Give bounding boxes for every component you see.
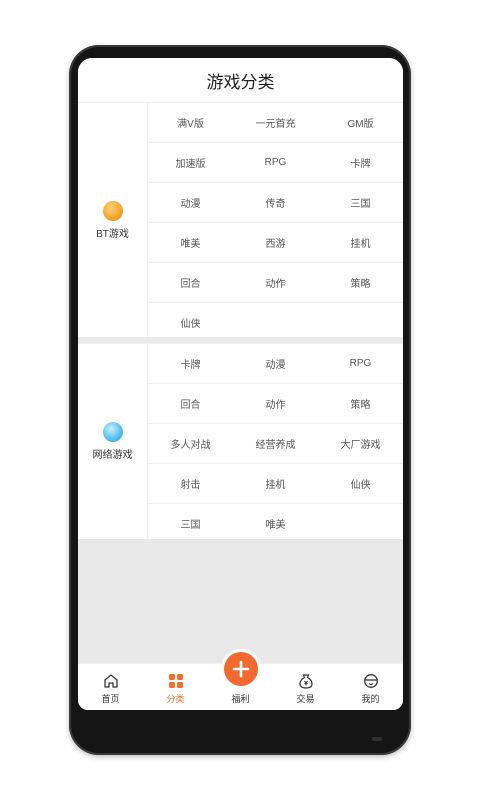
category-row: 动漫 传奇 三国 [148,183,403,223]
net-game-icon [102,422,123,442]
category-row: 仙侠 [148,303,403,342]
tab-trade[interactable]: 交易 [273,664,338,710]
category-row: 卡牌 动漫 RPG [148,344,403,384]
category-row: 射击 挂机 仙侠 [148,464,403,504]
page-title: 游戏分类 [78,58,403,102]
tab-label: 福利 [231,694,250,704]
category-row: 唯美 西游 挂机 [148,223,403,263]
category-row: 回合 动作 策略 [148,384,403,424]
category-row: 满V版 一元首充 GM版 [148,103,403,143]
bottom-tab-bar: 首页 分类 福利 交易 我的 [78,652,403,710]
category-item[interactable]: 挂机 [233,464,318,503]
money-bag-icon [298,674,313,689]
category-item[interactable]: 卡牌 [148,344,233,383]
tab-category[interactable]: 分类 [143,664,208,710]
net-game-section: 网络游戏 卡牌 动漫 RPG 回合 动作 策略 多人对战 经营养成 大厂游戏 射… [78,343,403,539]
category-item[interactable]: 满V版 [148,103,233,142]
category-item[interactable]: 回合 [148,263,233,302]
plus-icon [223,652,258,686]
category-item[interactable]: 策略 [318,384,403,423]
tab-mine[interactable]: 我的 [338,664,403,710]
category-item[interactable]: 唯美 [148,223,233,262]
category-item[interactable]: 一元首充 [233,103,318,142]
net-game-side[interactable]: 网络游戏 [78,344,148,539]
bt-game-section: BT游戏 满V版 一元首充 GM版 加速版 RPG 卡牌 动漫 传奇 三国 唯美… [78,102,403,337]
bt-game-side[interactable]: BT游戏 [78,103,148,337]
tab-label: 首页 [101,694,120,704]
category-item[interactable]: 多人对战 [148,424,233,463]
category-item[interactable]: 大厂游戏 [318,424,403,463]
category-item[interactable]: 射击 [148,464,233,503]
category-row: 加速版 RPG 卡牌 [148,143,403,183]
tab-label: 交易 [296,694,315,704]
net-category-grid: 卡牌 动漫 RPG 回合 动作 策略 多人对战 经营养成 大厂游戏 射击 挂机 … [148,344,403,543]
category-item[interactable]: 卡牌 [318,143,403,182]
tab-label: 分类 [166,694,185,704]
category-item[interactable]: RPG [318,344,403,383]
category-item[interactable]: GM版 [318,103,403,142]
net-game-label: 网络游戏 [92,450,133,461]
category-item[interactable]: 回合 [148,384,233,423]
category-row: 多人对战 经营养成 大厂游戏 [148,424,403,464]
category-item[interactable]: 仙侠 [148,303,233,342]
bt-game-label: BT游戏 [96,228,129,240]
category-item[interactable]: 经营养成 [233,424,318,463]
category-item[interactable]: 西游 [233,223,318,262]
category-item[interactable]: 三国 [148,504,233,543]
category-item[interactable]: 加速版 [148,143,233,182]
home-icon [103,674,118,688]
category-item[interactable]: 传奇 [233,183,318,222]
category-item[interactable]: 三国 [318,183,403,222]
tab-home[interactable]: 首页 [78,664,143,710]
category-item[interactable]: 策略 [318,263,403,302]
app-screen: 游戏分类 BT游戏 满V版 一元首充 GM版 加速版 RPG 卡牌 动漫 传奇 … [78,58,403,710]
category-item[interactable]: RPG [233,143,318,182]
category-item[interactable]: 动作 [233,263,318,302]
bt-game-icon [102,200,123,221]
category-row: 回合 动作 策略 [148,263,403,303]
category-item[interactable]: 动作 [233,384,318,423]
bt-category-grid: 满V版 一元首充 GM版 加速版 RPG 卡牌 动漫 传奇 三国 唯美 西游 挂… [148,103,403,342]
category-item[interactable]: 仙侠 [318,464,403,503]
category-item[interactable]: 唯美 [233,504,318,543]
category-item[interactable]: 动漫 [148,183,233,222]
phone-speaker [372,737,382,741]
tab-label: 我的 [361,694,380,704]
category-item[interactable]: 挂机 [318,223,403,262]
user-icon [363,674,378,688]
category-item[interactable]: 动漫 [233,344,318,383]
grid-icon [168,674,183,688]
category-row: 三国 唯美 [148,504,403,543]
tab-welfare[interactable]: 福利 [208,652,273,710]
